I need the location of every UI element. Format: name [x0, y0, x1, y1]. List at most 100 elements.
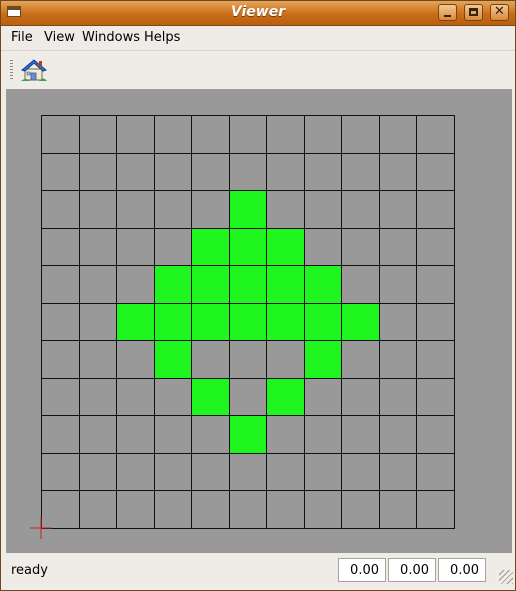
- grid-cell[interactable]: [303, 302, 341, 340]
- grid-cell[interactable]: [191, 490, 229, 528]
- grid-cell[interactable]: [78, 265, 116, 303]
- grid-cell[interactable]: [341, 190, 379, 228]
- grid-cell[interactable]: [153, 115, 191, 153]
- grid-cell[interactable]: [41, 415, 79, 453]
- grid-cell[interactable]: [416, 302, 454, 340]
- grid-cell[interactable]: [228, 452, 266, 490]
- grid-cell[interactable]: [341, 452, 379, 490]
- grid-cell[interactable]: [153, 190, 191, 228]
- grid-cell[interactable]: [191, 152, 229, 190]
- grid-cell[interactable]: [303, 377, 341, 415]
- grid-cell[interactable]: [378, 377, 416, 415]
- grid-cell[interactable]: [341, 152, 379, 190]
- grid-cell[interactable]: [153, 452, 191, 490]
- grid-cell[interactable]: [41, 152, 79, 190]
- grid-cell[interactable]: [191, 377, 229, 415]
- grid-cell[interactable]: [266, 452, 304, 490]
- grid-cell[interactable]: [41, 340, 79, 378]
- grid-cell[interactable]: [341, 115, 379, 153]
- grid-cell[interactable]: [191, 452, 229, 490]
- grid-cell[interactable]: [378, 227, 416, 265]
- grid-cell[interactable]: [303, 415, 341, 453]
- grid-cell[interactable]: [378, 115, 416, 153]
- grid-cell[interactable]: [228, 115, 266, 153]
- grid-cell[interactable]: [191, 190, 229, 228]
- grid-cell[interactable]: [191, 415, 229, 453]
- cell-grid[interactable]: [41, 115, 455, 529]
- grid-cell[interactable]: [41, 115, 79, 153]
- grid-cell[interactable]: [78, 302, 116, 340]
- grid-cell[interactable]: [116, 227, 154, 265]
- grid-cell[interactable]: [78, 340, 116, 378]
- grid-cell[interactable]: [41, 227, 79, 265]
- grid-cell[interactable]: [303, 340, 341, 378]
- menu-helps[interactable]: Helps: [144, 30, 180, 45]
- grid-cell[interactable]: [378, 302, 416, 340]
- grid-cell[interactable]: [191, 340, 229, 378]
- grid-cell[interactable]: [41, 452, 79, 490]
- menu-file[interactable]: File: [11, 30, 33, 45]
- grid-cell[interactable]: [153, 152, 191, 190]
- grid-cell[interactable]: [116, 490, 154, 528]
- grid-cell[interactable]: [191, 265, 229, 303]
- grid-cell[interactable]: [116, 190, 154, 228]
- grid-cell[interactable]: [378, 152, 416, 190]
- grid-cell[interactable]: [228, 152, 266, 190]
- grid-cell[interactable]: [341, 340, 379, 378]
- grid-cell[interactable]: [416, 377, 454, 415]
- grid-cell[interactable]: [378, 452, 416, 490]
- grid-cell[interactable]: [266, 415, 304, 453]
- grid-cell[interactable]: [153, 340, 191, 378]
- grid-cell[interactable]: [266, 377, 304, 415]
- resize-grip[interactable]: [499, 570, 513, 584]
- grid-cell[interactable]: [116, 377, 154, 415]
- grid-cell[interactable]: [266, 190, 304, 228]
- grid-cell[interactable]: [228, 227, 266, 265]
- menu-windows[interactable]: Windows: [82, 30, 140, 45]
- viewer-canvas[interactable]: [6, 89, 512, 553]
- grid-cell[interactable]: [41, 265, 79, 303]
- coord-y-field[interactable]: 0.00: [388, 558, 436, 582]
- grid-cell[interactable]: [191, 227, 229, 265]
- grid-cell[interactable]: [191, 115, 229, 153]
- grid-cell[interactable]: [228, 302, 266, 340]
- grid-cell[interactable]: [266, 152, 304, 190]
- coord-x-field[interactable]: 0.00: [338, 558, 386, 582]
- grid-cell[interactable]: [228, 265, 266, 303]
- grid-cell[interactable]: [341, 227, 379, 265]
- grid-cell[interactable]: [416, 115, 454, 153]
- grid-cell[interactable]: [303, 227, 341, 265]
- grid-cell[interactable]: [116, 152, 154, 190]
- grid-cell[interactable]: [153, 377, 191, 415]
- grid-cell[interactable]: [78, 452, 116, 490]
- grid-cell[interactable]: [303, 190, 341, 228]
- minimize-button[interactable]: [438, 4, 457, 21]
- grid-cell[interactable]: [266, 340, 304, 378]
- grid-cell[interactable]: [416, 490, 454, 528]
- grid-cell[interactable]: [416, 415, 454, 453]
- grid-cell[interactable]: [416, 340, 454, 378]
- grid-cell[interactable]: [228, 490, 266, 528]
- grid-cell[interactable]: [266, 265, 304, 303]
- grid-cell[interactable]: [303, 452, 341, 490]
- grid-cell[interactable]: [78, 227, 116, 265]
- grid-cell[interactable]: [78, 152, 116, 190]
- grid-cell[interactable]: [78, 115, 116, 153]
- grid-cell[interactable]: [416, 152, 454, 190]
- grid-cell[interactable]: [153, 415, 191, 453]
- grid-cell[interactable]: [191, 302, 229, 340]
- grid-cell[interactable]: [341, 265, 379, 303]
- grid-cell[interactable]: [153, 227, 191, 265]
- grid-cell[interactable]: [153, 490, 191, 528]
- grid-cell[interactable]: [341, 377, 379, 415]
- grid-cell[interactable]: [116, 302, 154, 340]
- grid-cell[interactable]: [116, 415, 154, 453]
- grid-cell[interactable]: [378, 340, 416, 378]
- grid-cell[interactable]: [266, 115, 304, 153]
- title-bar[interactable]: Viewer ✕: [1, 1, 515, 26]
- grid-cell[interactable]: [303, 115, 341, 153]
- grid-cell[interactable]: [228, 377, 266, 415]
- grid-cell[interactable]: [153, 302, 191, 340]
- home-button[interactable]: [20, 57, 48, 83]
- grid-cell[interactable]: [341, 302, 379, 340]
